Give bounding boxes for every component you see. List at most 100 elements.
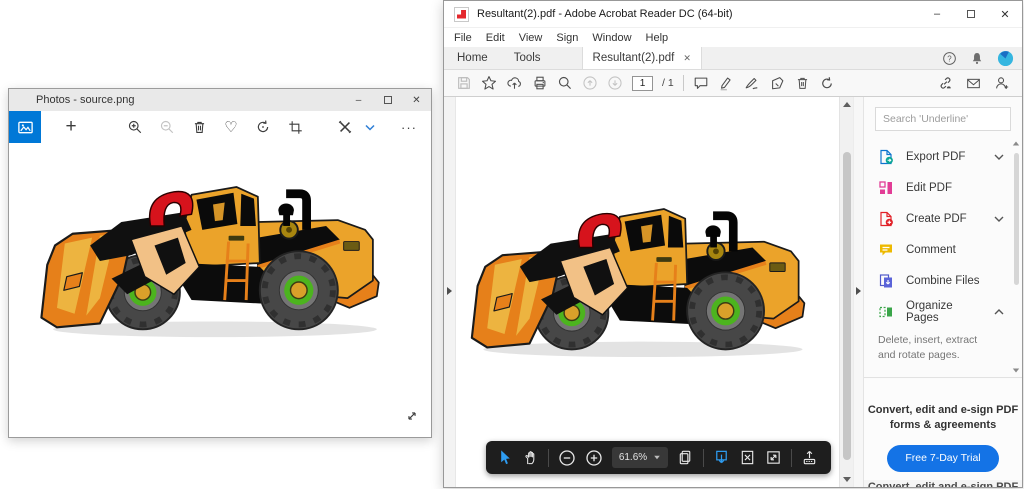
zoom-in-button[interactable] [585, 449, 603, 467]
zoom-out-button[interactable] [151, 111, 183, 143]
maximize-button[interactable] [373, 89, 402, 111]
zoom-to-page-button[interactable] [739, 449, 756, 466]
notifications-button[interactable] [970, 51, 984, 66]
help-icon: ? [942, 51, 957, 66]
next-page-button[interactable] [607, 75, 623, 91]
tools-pane-scrollbar[interactable] [1011, 141, 1021, 373]
combine-files-icon [878, 273, 894, 289]
promo-text-line2: forms & agreements [864, 418, 1022, 433]
sign-tool-button[interactable] [743, 75, 760, 91]
scroll-down-icon[interactable] [843, 477, 851, 482]
tool-label: Combine Files [906, 275, 1012, 287]
tool-label: Comment [906, 244, 1012, 256]
scroll-down-icon[interactable] [1013, 369, 1019, 373]
toolbar-divider [683, 75, 684, 91]
document-scrollbar[interactable] [839, 97, 853, 487]
scroll-up-icon[interactable] [843, 102, 851, 107]
scrolling-mode-button[interactable] [713, 449, 730, 466]
zoom-out-button[interactable] [558, 449, 576, 467]
desktop: Photos - source.png – ✕ + [0, 0, 1024, 489]
menu-help[interactable]: Help [646, 32, 669, 44]
add-user-button[interactable] [993, 75, 1010, 91]
rotate-button[interactable] [247, 111, 279, 143]
maximize-button[interactable] [954, 1, 988, 27]
share-cloud-button[interactable] [506, 75, 523, 91]
edit-create-button[interactable] [329, 111, 361, 143]
chevron-down-icon[interactable] [994, 216, 1004, 222]
photos-image-canvas[interactable] [9, 149, 431, 437]
favorite-tool-button[interactable] [481, 75, 497, 91]
share-button[interactable] [801, 449, 818, 466]
tab-close-icon[interactable]: ✕ [683, 53, 691, 64]
scrollbar-thumb[interactable] [1014, 153, 1019, 285]
close-button[interactable]: ✕ [402, 89, 431, 111]
find-button[interactable] [557, 75, 573, 91]
pdf-page[interactable] [456, 97, 839, 487]
add-button[interactable]: + [55, 111, 87, 143]
tool-label: Organize Pages [906, 300, 982, 324]
tool-create-pdf[interactable]: Create PDF [864, 203, 1012, 234]
delete-pages-button[interactable] [795, 75, 810, 91]
help-button[interactable]: ? [942, 51, 957, 66]
select-tool-button[interactable] [496, 449, 513, 466]
previous-page-button[interactable] [582, 75, 598, 91]
free-trial-button[interactable]: Free 7-Day Trial [887, 445, 999, 472]
tool-label: Edit PDF [906, 182, 1012, 194]
tool-organize-pages[interactable]: Organize Pages [864, 296, 1012, 327]
see-all-photos-button[interactable] [9, 111, 41, 143]
tab-home[interactable]: Home [444, 47, 501, 69]
chevron-down-icon[interactable] [994, 154, 1004, 160]
fullscreen-button[interactable] [405, 409, 419, 423]
link-icon [937, 75, 954, 91]
menu-edit[interactable]: Edit [486, 32, 505, 44]
menu-view[interactable]: View [519, 32, 543, 44]
expand-nav-pane-icon[interactable] [447, 287, 452, 295]
save-button[interactable] [456, 75, 472, 91]
share-link-button[interactable] [937, 75, 954, 91]
menu-file[interactable]: File [454, 32, 472, 44]
account-avatar[interactable] [997, 50, 1014, 67]
minimize-button[interactable]: – [344, 89, 373, 111]
zoom-in-button[interactable] [119, 111, 151, 143]
print-button[interactable] [532, 75, 548, 91]
close-button[interactable]: ✕ [988, 1, 1022, 27]
menu-window[interactable]: Window [592, 32, 631, 44]
tab-tools[interactable]: Tools [501, 47, 554, 69]
tab-document[interactable]: Resultant(2).pdf ✕ [582, 47, 702, 69]
acrobat-window: Resultant(2).pdf - Adobe Acrobat Reader … [443, 0, 1023, 488]
print-icon [532, 75, 548, 91]
navigation-pane-strip [444, 97, 456, 487]
tool-export-pdf[interactable]: Export PDF [864, 141, 1012, 172]
acrobat-app-icon [454, 7, 469, 22]
tools-pane: Export PDF Edit PDF Create PDF [863, 97, 1022, 487]
scroll-up-icon[interactable] [1013, 142, 1019, 146]
page-number-input[interactable] [632, 76, 653, 91]
email-button[interactable] [965, 76, 982, 91]
tool-comment[interactable]: Comment [864, 234, 1012, 265]
fill-sign-tool-button[interactable] [769, 75, 786, 91]
more-options-button[interactable]: ··· [393, 111, 425, 143]
favorite-button[interactable]: ♡ [215, 111, 247, 143]
tools-search-input[interactable] [875, 107, 1011, 131]
minimize-button[interactable]: – [920, 1, 954, 27]
chevron-up-icon[interactable] [994, 309, 1004, 315]
acrobat-document-area: Export PDF Edit PDF Create PDF [444, 97, 1022, 487]
zoom-level-dropdown[interactable]: 61.6% [612, 447, 668, 468]
wheel-loader-image [37, 185, 389, 341]
highlight-tool-button[interactable] [718, 75, 734, 91]
tool-combine-files[interactable]: Combine Files [864, 265, 1012, 296]
avatar-icon [997, 50, 1014, 67]
menu-sign[interactable]: Sign [556, 32, 578, 44]
promo-text-line1: Convert, edit and e-sign PDF [864, 403, 1022, 418]
crop-button[interactable] [279, 111, 311, 143]
hand-tool-button[interactable] [522, 449, 539, 466]
fullscreen-button[interactable] [765, 449, 782, 466]
scrollbar-thumb[interactable] [843, 152, 851, 460]
tool-edit-pdf[interactable]: Edit PDF [864, 172, 1012, 203]
collapse-tools-pane-icon[interactable] [856, 287, 861, 295]
edit-create-dropdown[interactable] [361, 111, 379, 143]
page-view-button[interactable] [677, 449, 694, 466]
rotate-pages-button[interactable] [819, 75, 835, 91]
delete-button[interactable] [183, 111, 215, 143]
comment-tool-button[interactable] [693, 75, 709, 91]
